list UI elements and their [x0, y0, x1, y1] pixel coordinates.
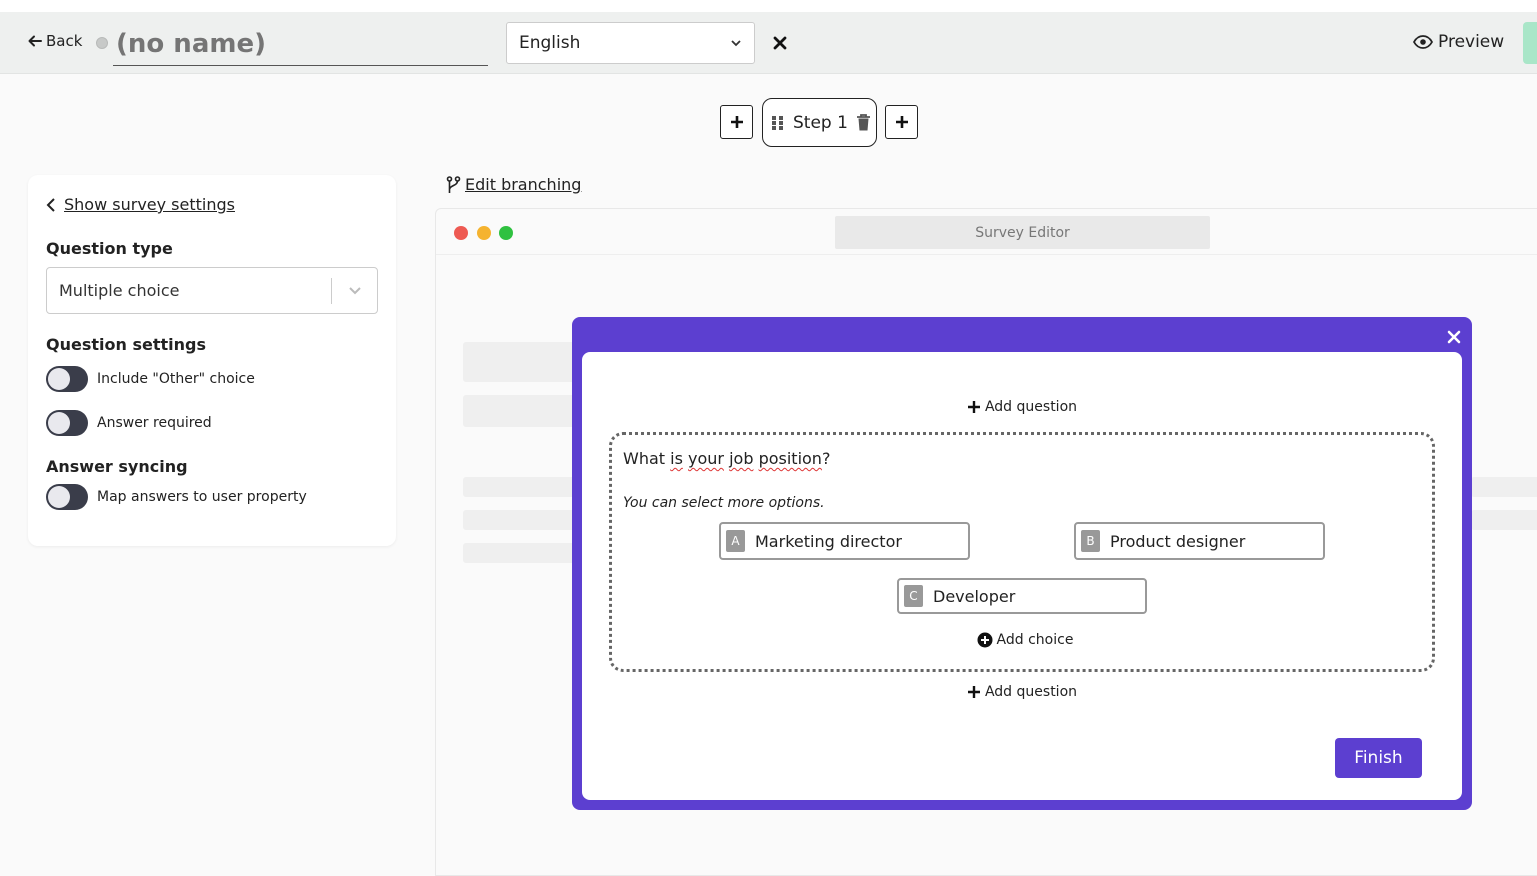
question-hint: You can select more options.	[623, 495, 825, 511]
choice-letter-badge: C	[904, 585, 923, 607]
choice-letter-badge: B	[1081, 530, 1100, 552]
close-icon[interactable]	[770, 33, 790, 53]
choice-letter-badge: A	[726, 530, 745, 552]
language-value: English	[519, 33, 581, 53]
question-type-value: Multiple choice	[59, 281, 180, 300]
question-settings-panel: Show survey settings Question type Multi…	[28, 175, 396, 546]
add-question-label: Add question	[984, 684, 1078, 700]
arrow-left-icon	[28, 35, 42, 47]
survey-modal: Add question What is your job position? …	[572, 317, 1472, 810]
add-choice-label: Add choice	[996, 632, 1074, 648]
map-answers-toggle[interactable]	[46, 484, 88, 510]
add-choice-button[interactable]: Add choice	[612, 632, 1438, 648]
add-question-bottom-button[interactable]: Add question	[582, 684, 1462, 700]
choice-label: Product designer	[1110, 531, 1246, 551]
question-text[interactable]: What is your job position?	[623, 449, 830, 468]
minimize-window-dot	[477, 226, 491, 240]
question-word: your	[688, 449, 724, 468]
map-answers-row: Map answers to user property	[46, 484, 307, 510]
plus-icon	[895, 116, 908, 128]
question-type-select[interactable]: Multiple choice	[46, 267, 378, 314]
drag-handle-icon	[772, 115, 783, 130]
plus-icon	[967, 401, 980, 413]
preview-label: Preview	[1438, 32, 1505, 52]
placeholder-line	[463, 510, 583, 530]
question-word: What	[623, 449, 671, 468]
preview-button[interactable]: Preview	[1413, 32, 1504, 52]
maximize-window-dot	[499, 226, 513, 240]
choice-option[interactable]: C Developer	[897, 578, 1147, 614]
include-other-row: Include "Other" choice	[46, 366, 255, 392]
placeholder-line	[463, 543, 583, 563]
choice-option[interactable]: B Product designer	[1074, 522, 1325, 560]
placeholder-line	[1471, 477, 1537, 497]
answer-required-label: Answer required	[97, 415, 212, 431]
plus-icon	[730, 116, 743, 128]
add-step-before-button[interactable]	[720, 105, 753, 139]
eye-icon	[1413, 35, 1433, 49]
close-window-dot	[454, 226, 468, 240]
top-bar: Back English Preview	[0, 12, 1537, 74]
plus-icon	[967, 686, 980, 698]
back-button[interactable]: Back	[28, 32, 82, 50]
show-survey-settings-label: Show survey settings	[64, 195, 235, 214]
question-card[interactable]: What is your job position? You can selec…	[609, 432, 1435, 672]
chevron-left-icon	[46, 197, 55, 212]
language-select[interactable]: English	[506, 22, 755, 64]
edit-branching-link[interactable]: Edit branching	[446, 175, 581, 194]
trash-icon[interactable]	[856, 114, 871, 131]
survey-name-input[interactable]	[113, 22, 488, 66]
question-settings-title: Question settings	[46, 335, 206, 354]
choice-option[interactable]: A Marketing director	[719, 522, 970, 560]
choice-label: Marketing director	[755, 531, 902, 551]
answer-syncing-title: Answer syncing	[46, 457, 188, 476]
answer-required-row: Answer required	[46, 410, 212, 436]
close-icon[interactable]	[1446, 329, 1462, 345]
add-step-after-button[interactable]	[885, 105, 918, 139]
placeholder-block	[463, 395, 583, 427]
choice-label: Developer	[933, 586, 1016, 606]
chevron-down-icon	[731, 40, 741, 47]
question-type-title: Question type	[46, 239, 173, 258]
plus-circle-icon	[977, 632, 993, 648]
browser-title: Survey Editor	[835, 216, 1210, 249]
status-dot	[96, 37, 108, 49]
top-strip	[0, 0, 1537, 12]
map-answers-label: Map answers to user property	[97, 489, 307, 505]
placeholder-block	[463, 342, 583, 382]
step-label: Step 1	[793, 112, 848, 133]
answer-required-toggle[interactable]	[46, 410, 88, 436]
question-word: job	[729, 449, 754, 468]
question-word: ?	[821, 449, 831, 468]
show-survey-settings-link[interactable]: Show survey settings	[46, 195, 235, 214]
add-question-top-button[interactable]: Add question	[582, 399, 1462, 415]
add-question-label: Add question	[984, 399, 1078, 415]
question-word: position	[758, 449, 822, 468]
placeholder-line	[463, 477, 583, 497]
branch-icon	[446, 175, 461, 193]
finish-button[interactable]: Finish	[1335, 738, 1422, 778]
select-separator	[331, 278, 332, 304]
edit-branching-label: Edit branching	[465, 175, 582, 194]
browser-toolbar: Survey Editor	[436, 209, 1537, 255]
placeholder-line	[1471, 510, 1537, 530]
question-word: is	[670, 449, 683, 468]
publish-button[interactable]	[1523, 22, 1537, 64]
back-label: Back	[46, 32, 83, 50]
step-tab[interactable]: Step 1	[762, 98, 877, 147]
include-other-label: Include "Other" choice	[97, 371, 255, 387]
include-other-toggle[interactable]	[46, 366, 88, 392]
chevron-down-icon	[349, 287, 361, 295]
survey-modal-body: Add question What is your job position? …	[582, 352, 1462, 800]
